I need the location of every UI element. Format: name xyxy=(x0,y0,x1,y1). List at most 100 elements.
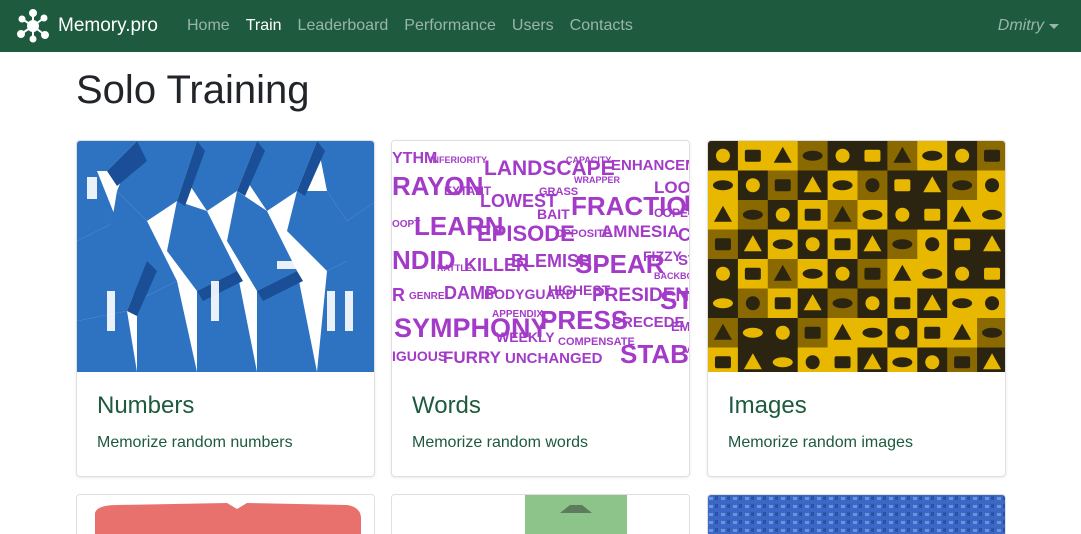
object-icon xyxy=(802,268,823,279)
network-logo-icon xyxy=(17,9,49,43)
training-card-row2-2[interactable] xyxy=(391,494,690,534)
object-icon xyxy=(742,327,763,338)
object-icon xyxy=(955,148,970,163)
word-item: OOPT xyxy=(392,219,420,230)
object-icon xyxy=(715,266,730,281)
word-item: ENHANCEMENT xyxy=(611,157,690,174)
object-icon xyxy=(804,208,821,221)
word-item: STABLE xyxy=(620,339,690,369)
images-training-card[interactable]: Images Memorize random images xyxy=(707,140,1006,477)
object-icon xyxy=(714,356,731,369)
object-icon xyxy=(924,208,941,221)
object-icon xyxy=(804,326,821,339)
word-item: BACKBONE xyxy=(654,271,690,281)
word-item: EMO xyxy=(671,319,690,334)
word-item: FURRY xyxy=(443,348,502,367)
object-icon xyxy=(864,149,881,162)
nav-train[interactable]: Train xyxy=(246,17,282,35)
object-icon xyxy=(892,357,913,368)
word-item: COPE xyxy=(654,206,688,220)
word-item: GENRE xyxy=(409,291,445,302)
words-training-card[interactable]: YTHM INFERIORITY LANDSCAPE CAPACITY ENHA… xyxy=(391,140,690,477)
images-thumbnail xyxy=(708,141,1005,372)
word-item: STA xyxy=(660,285,690,315)
object-icon xyxy=(712,180,733,191)
card-description: Memorize random words xyxy=(412,434,589,451)
word-item: ST xyxy=(678,252,690,269)
caret-down-icon xyxy=(1049,23,1059,29)
object-icon xyxy=(922,268,943,279)
object-icon xyxy=(925,237,940,252)
word-item: WRAPPER xyxy=(574,175,621,185)
card-description: Memorize random numbers xyxy=(97,434,293,451)
object-icon xyxy=(772,239,793,250)
object-icon xyxy=(954,238,971,251)
object-icon xyxy=(835,266,850,281)
object-icon xyxy=(775,325,790,340)
word-item: E xyxy=(684,191,690,216)
digits-illustration xyxy=(77,141,374,372)
object-icon xyxy=(985,178,1000,193)
card-title: Numbers xyxy=(97,392,195,419)
object-icon xyxy=(985,296,1000,311)
object-icon xyxy=(744,267,761,280)
object-icon xyxy=(745,296,760,311)
object-icon xyxy=(865,296,880,311)
object-icon xyxy=(774,179,791,192)
words-thumbnail: YTHM INFERIORITY LANDSCAPE CAPACITY ENHA… xyxy=(392,141,690,372)
object-icon xyxy=(864,267,881,280)
icon-grid-illustration xyxy=(708,141,1005,372)
word-item: APPENDIX xyxy=(492,309,543,320)
numbers-training-card[interactable]: Numbers Memorize random numbers xyxy=(76,140,375,477)
training-card-row2-1[interactable] xyxy=(76,494,375,534)
object-icon xyxy=(955,266,970,281)
object-icon xyxy=(802,150,823,161)
brand-name: Memory.pro xyxy=(58,15,158,36)
object-icon xyxy=(742,209,763,220)
training-card-row2-3[interactable] xyxy=(707,494,1006,534)
word-cloud-illustration: YTHM INFERIORITY LANDSCAPE CAPACITY ENHA… xyxy=(392,141,690,372)
page-title: Solo Training xyxy=(76,68,310,112)
object-icon xyxy=(712,298,733,309)
object-icon xyxy=(862,327,883,338)
object-icon xyxy=(744,149,761,162)
object-icon xyxy=(982,209,1003,220)
card-title: Words xyxy=(412,392,481,419)
word-item: IGUOUS xyxy=(392,348,447,364)
object-icon xyxy=(984,149,1001,162)
object-icon xyxy=(952,180,973,191)
word-item: WEEKLY xyxy=(496,329,555,345)
object-icon xyxy=(984,267,1001,280)
numbers-thumbnail xyxy=(77,141,374,372)
object-icon xyxy=(832,298,853,309)
nav-home[interactable]: Home xyxy=(187,17,230,35)
object-icon xyxy=(805,237,820,252)
object-icon xyxy=(774,297,791,310)
word-item: UNCHANGED xyxy=(505,350,603,367)
object-icon xyxy=(922,150,943,161)
object-icon xyxy=(775,207,790,222)
object-icon xyxy=(745,178,760,193)
nav-leaderboard[interactable]: Leaderboard xyxy=(298,17,389,35)
user-menu-dropdown[interactable]: Dmitry xyxy=(998,0,1059,52)
word-item: AMNESIA xyxy=(601,222,679,241)
object-icon xyxy=(772,357,793,368)
card-description: Memorize random images xyxy=(728,434,913,451)
nav-users[interactable]: Users xyxy=(512,17,554,35)
nav-links: Home Train Leaderboard Performance Users… xyxy=(187,0,649,52)
object-icon xyxy=(805,355,820,370)
object-icon xyxy=(715,148,730,163)
object-icon xyxy=(834,356,851,369)
brand-link[interactable]: Memory.pro xyxy=(16,8,158,44)
object-icon xyxy=(862,209,883,220)
object-icon xyxy=(895,325,910,340)
object-icon xyxy=(895,207,910,222)
user-name: Dmitry xyxy=(997,17,1044,34)
object-icon xyxy=(925,355,940,370)
nav-contacts[interactable]: Contacts xyxy=(570,17,633,35)
word-item: CI xyxy=(678,225,690,245)
nav-performance[interactable]: Performance xyxy=(404,17,496,35)
object-icon xyxy=(892,239,913,250)
object-icon xyxy=(894,179,911,192)
word-item: CAPACITY xyxy=(566,155,611,165)
